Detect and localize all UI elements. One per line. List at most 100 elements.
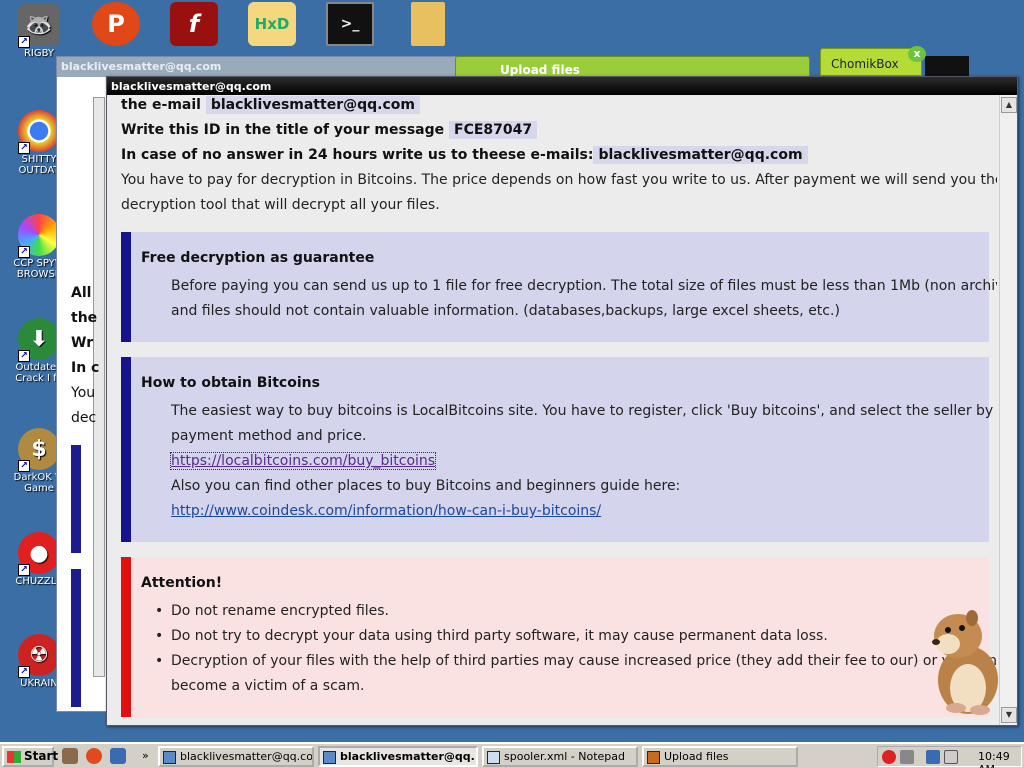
attention-item-text: become a victim of a scam.: [171, 678, 365, 694]
email-line-prefix: the e-mail: [121, 97, 201, 113]
back-window-text: All: [71, 285, 92, 301]
back-window-text: dec: [71, 410, 97, 426]
desktop-icon-flash[interactable]: f: [164, 2, 224, 46]
pinwheel-icon: ↗: [18, 214, 60, 258]
network-icon[interactable]: [900, 750, 914, 764]
localbitcoins-link[interactable]: https://localbitcoins.com/buy_bitcoins: [169, 452, 437, 470]
payment-text: decryption tool that will decrypt all yo…: [121, 197, 440, 213]
free-decryption-line: and files should not contain valuable in…: [171, 303, 840, 319]
box-accent-bar: [121, 232, 131, 342]
window-icon: [323, 751, 336, 764]
free-decryption-text: Before paying you can send us up to 1 fi…: [171, 274, 997, 324]
task-button-active[interactable]: blacklivesmatter@qq....: [318, 746, 478, 767]
box-accent-bar: [121, 557, 131, 717]
obtain-bitcoins-title: How to obtain Bitcoins: [141, 375, 320, 391]
task-label: blacklivesmatter@qq....: [340, 750, 478, 763]
desktop-icon-folder[interactable]: [398, 2, 458, 46]
ransom-note-window[interactable]: blacklivesmatter@qq.com the e-mail black…: [106, 76, 1018, 726]
start-label: Start: [24, 749, 59, 763]
task-button[interactable]: Upload files: [642, 746, 798, 767]
task-button[interactable]: spooler.xml - Notepad: [482, 746, 638, 767]
task-label: blacklivesmatter@qq.com: [180, 750, 314, 763]
scroll-up-icon[interactable]: ▲: [1001, 97, 1017, 113]
upload-files-window-tab[interactable]: Upload files: [455, 56, 810, 78]
terminal-icon: >_: [326, 2, 374, 46]
back-window-text: You: [71, 385, 96, 401]
ransom-note-content: the e-mail blacklivesmatter@qq.com Write…: [107, 95, 997, 725]
id-line: Write this ID in the title of your messa…: [121, 121, 538, 139]
hamster-mascot-icon: [932, 610, 998, 715]
back-window-text: the: [71, 310, 98, 326]
radiation-icon: ☢ ↗: [18, 634, 60, 678]
money-bag-icon: $ ↗: [18, 428, 60, 472]
desktop-icon-rigby[interactable]: 🦝 ↗ RIGBY: [2, 4, 76, 59]
id-line-prefix: Write this ID in the title of your messa…: [121, 122, 445, 138]
no-answer-line: In case of no answer in 24 hours write u…: [121, 146, 808, 164]
attention-title: Attention!: [141, 575, 223, 591]
free-decryption-title: Free decryption as guarantee: [141, 250, 375, 266]
attention-item-text: Decryption of your files with the help o…: [171, 653, 997, 669]
payment-text: You have to pay for decryption in Bitcoi…: [121, 172, 997, 188]
task-label: Upload files: [664, 750, 729, 763]
back-window-blue-bar: [71, 445, 81, 553]
obtain-bitcoins-box: How to obtain Bitcoins The easiest way t…: [121, 357, 994, 542]
coindesk-link[interactable]: http://www.coindesk.com/information/how-…: [171, 503, 601, 519]
chomikbox-tab[interactable]: ChomikBox: [820, 48, 922, 76]
dark-window-strip: [925, 56, 969, 76]
attention-box: Attention! • Do not rename encrypted file…: [121, 557, 997, 717]
free-decryption-box: Free decryption as guarantee Before payi…: [121, 232, 997, 342]
close-icon[interactable]: x: [908, 46, 926, 62]
backup-email: blacklivesmatter@qq.com: [593, 146, 808, 164]
quicklaunch-chevron-icon[interactable]: »: [142, 749, 149, 762]
quicklaunch-browser-icon[interactable]: [86, 748, 102, 764]
task-label: spooler.xml - Notepad: [504, 750, 625, 763]
notepad-icon: [487, 751, 500, 764]
monitor-icon[interactable]: [926, 750, 940, 764]
no-answer-prefix: In case of no answer in 24 hours write u…: [121, 147, 594, 163]
quicklaunch-desktop-icon[interactable]: [110, 748, 126, 764]
quicklaunch-hamster-icon[interactable]: [62, 748, 78, 764]
desktop-icon-terminal[interactable]: >_: [320, 2, 380, 46]
volume-icon[interactable]: [944, 750, 958, 764]
download-manager-icon: ⬇ ↗: [18, 318, 60, 362]
upload-files-label: Upload files: [500, 63, 580, 77]
system-tray: 10:49 AM: [877, 746, 1022, 768]
task-button[interactable]: blacklivesmatter@qq.com: [158, 746, 314, 767]
free-decryption-line: Before paying you can send us up to 1 fi…: [171, 278, 997, 294]
security-alert-icon[interactable]: [882, 750, 896, 764]
p-logo-icon: P: [92, 2, 140, 46]
window-icon: [163, 751, 176, 764]
taskbar: Start » blacklivesmatter@qq.com blackliv…: [0, 742, 1024, 768]
bitcoins-line: Also you can find other places to buy Bi…: [171, 478, 681, 494]
flash-icon: f: [170, 2, 218, 46]
window-title: blacklivesmatter@qq.com: [107, 77, 1017, 95]
raccoon-icon: 🦝 ↗: [18, 4, 60, 48]
chrome-icon: ↗: [18, 110, 60, 154]
attention-item-text: Do not try to decrypt your data using th…: [171, 628, 828, 644]
folder-icon: [411, 2, 445, 46]
victim-id: FCE87047: [449, 121, 538, 139]
hxd-icon: HxD: [248, 2, 296, 46]
back-window-blue-bar: [71, 569, 81, 707]
bitcoins-line: The easiest way to buy bitcoins is Local…: [171, 403, 994, 419]
clock: 10:49 AM: [978, 750, 1010, 768]
obtain-bitcoins-text: The easiest way to buy bitcoins is Local…: [169, 399, 994, 524]
attention-item-text: Do not rename encrypted files.: [171, 603, 390, 619]
windows-flag-icon: [7, 751, 21, 763]
chomikbox-icon: [647, 751, 660, 764]
attention-item: • Decryption of your files with the help …: [155, 653, 997, 669]
box-accent-bar: [121, 357, 131, 542]
email-line: the e-mail blacklivesmatter@qq.com: [121, 96, 420, 114]
desktop-icon-p-logo[interactable]: P: [86, 2, 146, 46]
desktop-icon-hxd[interactable]: HxD: [242, 2, 302, 46]
chomikbox-label: ChomikBox: [831, 57, 899, 71]
start-button[interactable]: Start: [2, 746, 58, 767]
attention-list: • Do not rename encrypted files. • Do not …: [155, 599, 997, 699]
attention-item: • Do not try to decrypt your data using t…: [155, 628, 828, 644]
contact-email: blacklivesmatter@qq.com: [205, 96, 420, 114]
bitcoins-line: payment method and price.: [171, 428, 367, 444]
back-window-text: Wr: [71, 335, 94, 351]
chuzzle-icon: ● ↗: [18, 532, 60, 576]
attention-item-cont: become a victim of a scam.: [171, 674, 997, 699]
attention-item: • Do not rename encrypted files.: [155, 603, 390, 619]
